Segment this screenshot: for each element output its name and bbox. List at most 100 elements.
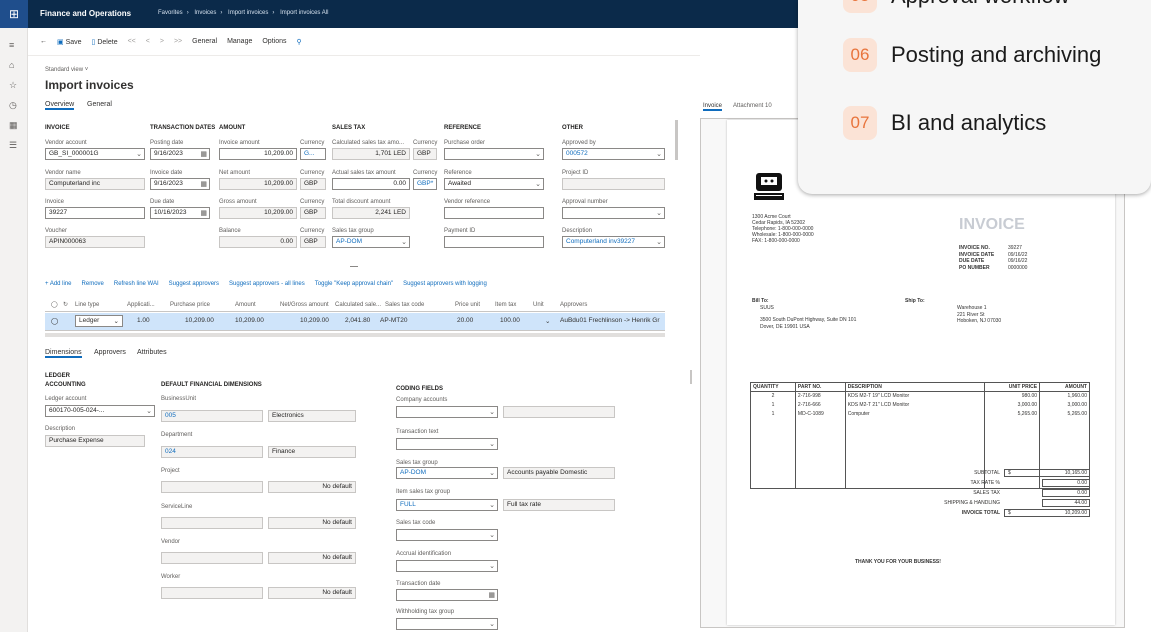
chevron-down-icon[interactable]: ⌄ (489, 531, 495, 539)
item-tax-cell[interactable]: 100.00 (500, 317, 520, 324)
transaction-date-field[interactable]: ▦ (396, 589, 498, 601)
net-amount-field[interactable]: 10,209.00 (219, 178, 297, 190)
search-icon[interactable]: ⚲ (296, 38, 301, 46)
tax-code-cell[interactable]: AP-MT20 (380, 317, 407, 324)
back-button[interactable]: ← (40, 38, 47, 45)
breadcrumb-item[interactable]: Invoices (194, 10, 216, 16)
scrollbar[interactable] (675, 120, 678, 160)
vendor-account-field[interactable]: GB_SI_000001G ⌄ (45, 148, 145, 160)
line-type-field[interactable]: Ledger ⌄ (75, 315, 123, 327)
ledger-account-field[interactable]: 600170-005-024-... ⌄ (45, 405, 155, 417)
chevron-down-icon[interactable]: ⌄ (535, 150, 541, 158)
chevron-down-icon[interactable]: ⌄ (545, 317, 550, 325)
withholding-field[interactable]: ⌄ (396, 618, 498, 630)
department-field[interactable]: 024 (161, 446, 263, 458)
delete-button[interactable]: ▯ Delete (92, 38, 118, 46)
home-icon[interactable]: ⌂ (9, 60, 14, 70)
vendor-name-field[interactable]: Computerland inc (45, 178, 145, 190)
tab-approvers[interactable]: Approvers (94, 349, 126, 356)
chevron-down-icon[interactable]: ⌄ (114, 317, 119, 325)
chevron-down-icon[interactable]: ⌄ (656, 209, 662, 217)
add-line-button[interactable]: + Add line (45, 281, 72, 287)
sales-tax-code-field[interactable]: ⌄ (396, 529, 498, 541)
chevron-down-icon[interactable]: ⌄ (146, 407, 152, 415)
chevron-down-icon[interactable]: ⌄ (489, 408, 495, 416)
chevron-down-icon[interactable]: ⌄ (535, 180, 541, 188)
table-row[interactable]: ◯ Ledger ⌄ 1.00 10,209.00 10,209.00 10,2… (45, 313, 665, 331)
calendar-icon[interactable]: ▦ (488, 591, 495, 599)
worker-field[interactable] (161, 587, 263, 599)
reference-field[interactable]: Awaited ⌄ (444, 178, 544, 190)
nav-last-button[interactable]: >> (174, 38, 182, 45)
nav-next-button[interactable]: > (160, 38, 164, 45)
chevron-down-icon[interactable]: ⌄ (656, 150, 662, 158)
suggest-approvers-all-button[interactable]: Suggest approvers - all lines (229, 281, 305, 287)
total-discount-field[interactable]: 2,241 LED (332, 207, 410, 219)
currency-field[interactable]: GBP (300, 236, 326, 248)
chevron-down-icon[interactable]: ⌄ (136, 150, 142, 158)
refresh-icon[interactable]: ↻ (63, 301, 68, 308)
payment-id-field[interactable] (444, 236, 544, 248)
due-date-field[interactable]: 10/16/2023 ▦ (150, 207, 210, 219)
save-button[interactable]: ▣ Save (57, 38, 82, 46)
approvers-cell[interactable]: AuBdu01 Frechlinson -> Henrik Gr (560, 317, 660, 324)
calculated-tax-field[interactable]: 1,701 LED (332, 148, 410, 160)
splitter-handle[interactable] (350, 266, 358, 267)
column-header[interactable]: Calculated sale... (335, 302, 381, 308)
refresh-line-button[interactable]: Refresh line WAI (114, 281, 159, 287)
vendor-reference-field[interactable] (444, 207, 544, 219)
purchase-price-cell[interactable]: 10,209.00 (185, 317, 214, 324)
accrual-field[interactable]: ⌄ (396, 560, 498, 572)
tab-dimensions[interactable]: Dimensions (45, 349, 82, 358)
company-accounts-field[interactable]: ⌄ (396, 406, 498, 418)
invoice-date-field[interactable]: 9/16/2023 ▦ (150, 178, 210, 190)
quantity-cell[interactable]: 1.00 (137, 317, 150, 324)
posting-date-field[interactable]: 9/16/2023 ▦ (150, 148, 210, 160)
actual-tax-field[interactable]: 0.00 (332, 178, 410, 190)
column-header[interactable]: Line type (75, 302, 99, 308)
currency-field[interactable]: GBP (300, 207, 326, 219)
chevron-down-icon[interactable]: ⌄ (489, 562, 495, 570)
purchase-order-field[interactable]: ⌄ (444, 148, 544, 160)
project-field[interactable] (161, 481, 263, 493)
column-header[interactable]: Amount (235, 302, 256, 308)
scrollbar[interactable] (45, 333, 665, 337)
business-unit-field[interactable]: 005 (161, 410, 263, 422)
toggle-approval-chain-button[interactable]: Toggle "Keep approval chain" (315, 281, 393, 287)
balance-field[interactable]: 0.00 (219, 236, 297, 248)
recent-icon[interactable]: ◷ (9, 100, 17, 111)
invoice-field[interactable]: 39227 (45, 207, 145, 219)
calendar-icon[interactable]: ▦ (200, 180, 207, 188)
project-id-field[interactable] (562, 178, 665, 190)
row-select-checkbox[interactable]: ◯ (51, 317, 58, 325)
amount-cell[interactable]: 10,209.00 (235, 317, 264, 324)
column-header[interactable]: Applicati... (127, 302, 155, 308)
column-header[interactable]: Item tax (495, 302, 516, 308)
sales-tax-group-field[interactable]: AP-DOM ⌄ (396, 467, 498, 479)
column-header[interactable]: Unit (533, 302, 544, 308)
net-gross-cell[interactable]: 10,209.00 (300, 317, 329, 324)
splitter-handle[interactable] (690, 370, 692, 384)
description-field[interactable]: Computerland inv39227 ⌄ (562, 236, 665, 248)
serviceline-field[interactable] (161, 517, 263, 529)
column-header[interactable]: Price unit (455, 302, 480, 308)
breadcrumb-item[interactable]: Favorites (158, 10, 183, 16)
remove-button[interactable]: Remove (82, 281, 104, 287)
chevron-down-icon[interactable]: ⌄ (489, 469, 495, 477)
tab-attributes[interactable]: Attributes (137, 349, 167, 356)
approval-number-field[interactable]: ⌄ (562, 207, 665, 219)
chevron-down-icon[interactable]: ⌄ (489, 501, 495, 509)
calendar-icon[interactable]: ▦ (200, 150, 207, 158)
tax-currency-field[interactable]: GBP* (413, 178, 437, 190)
waffle-icon[interactable]: ⊞ (0, 0, 28, 28)
column-header[interactable]: Sales tax code (385, 302, 424, 308)
currency-field[interactable]: G... (300, 148, 326, 160)
column-header[interactable]: Net/Gross amount (280, 302, 329, 308)
tab-invoice-doc[interactable]: Invoice (703, 103, 723, 111)
suggest-approvers-button[interactable]: Suggest approvers (169, 281, 219, 287)
tab-options[interactable]: Options (262, 38, 286, 45)
column-header[interactable]: Approvers (560, 302, 587, 308)
calculated-tax-cell[interactable]: 2,041.80 (345, 317, 370, 324)
chevron-down-icon[interactable]: ⌄ (489, 620, 495, 628)
calendar-icon[interactable]: ▦ (200, 209, 207, 217)
